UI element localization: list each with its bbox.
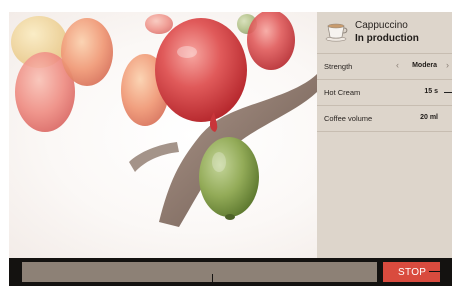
production-progress-bar <box>22 262 377 282</box>
setting-row-hot-cream[interactable]: Hot Cream 15 s <box>317 80 452 106</box>
drink-header: Cappuccino In production <box>317 12 452 54</box>
setting-label: Strength <box>324 62 353 71</box>
coffee-cherries-illustration <box>11 12 317 227</box>
coffee-cherries-image <box>9 12 317 258</box>
setting-value: Modera <box>412 62 437 69</box>
coffee-cup-icon <box>325 23 348 42</box>
drink-settings-panel: Cappuccino In production Strength ‹ Mode… <box>317 12 452 258</box>
bottom-bar: STOP <box>9 258 452 286</box>
setting-label: Coffee volume <box>324 114 373 123</box>
progress-fill <box>22 262 214 282</box>
setting-row-strength[interactable]: Strength ‹ Modera › <box>317 54 452 80</box>
setting-label: Hot Cream <box>324 88 361 97</box>
stop-button[interactable]: STOP <box>383 262 440 282</box>
coffee-machine-screen: Cappuccino In production Strength ‹ Mode… <box>9 12 452 286</box>
setting-value: 20 ml <box>420 114 438 121</box>
chevron-right-icon[interactable]: › <box>446 60 449 70</box>
chevron-left-icon[interactable]: ‹ <box>396 60 399 70</box>
setting-row-coffee-volume[interactable]: Coffee volume 20 ml <box>317 106 452 132</box>
setting-value: 15 s <box>424 88 438 95</box>
drink-status: In production <box>355 33 419 44</box>
progress-marker <box>212 274 213 282</box>
row-indicator-line <box>444 92 452 93</box>
stop-indicator-line <box>429 271 441 272</box>
drink-name: Cappuccino <box>355 20 408 31</box>
